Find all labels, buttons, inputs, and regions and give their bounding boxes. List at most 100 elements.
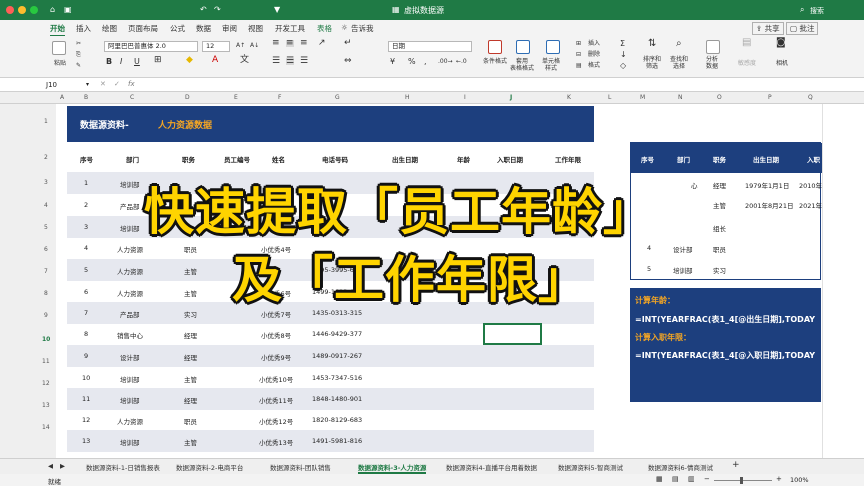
insert-cells-button[interactable]: 插入 <box>588 40 600 47</box>
table-row[interactable]: 13 培训部 主管 小优秀13号 1491-5981-816 <box>67 430 594 452</box>
conditional-format-button[interactable]: 条件格式 <box>483 58 507 65</box>
table-format-button[interactable]: 套用 表格格式 <box>510 58 534 72</box>
cell-seq[interactable]: 12 <box>82 416 90 424</box>
zoom-out-icon[interactable]: − <box>704 475 710 483</box>
tab-data[interactable]: 数据 <box>196 23 211 34</box>
cell-job[interactable]: 主管 <box>184 288 197 298</box>
fill-color-icon[interactable]: ◆ <box>186 56 193 65</box>
cell-dept[interactable]: 产品部 <box>120 309 140 319</box>
cell-phone[interactable]: 1848-1480-901 <box>312 395 362 403</box>
analyze-data-button[interactable]: 分析 数据 <box>706 56 718 70</box>
row-header[interactable]: 10 <box>42 336 50 343</box>
border-icon[interactable]: ⊞ <box>154 56 162 65</box>
sheet-nav-next-icon[interactable]: ▶ <box>60 462 65 470</box>
tab-review[interactable]: 审阅 <box>222 23 237 34</box>
cell-dept[interactable]: 人力资源 <box>117 288 143 298</box>
add-sheet-icon[interactable]: + <box>732 460 740 470</box>
cell-seq[interactable]: 9 <box>84 352 88 360</box>
ref-cell-seq[interactable]: 5 <box>647 265 651 273</box>
sheet-nav-prev-icon[interactable]: ◀ <box>48 462 53 470</box>
cell-seq[interactable]: 2 <box>84 201 88 209</box>
cell-job[interactable]: 主管 <box>184 266 197 276</box>
cell-dept[interactable]: 销售中心 <box>117 330 143 340</box>
column-header[interactable]: Q <box>808 94 813 101</box>
ref-cell-seq[interactable]: 4 <box>647 244 651 252</box>
ref-cell-hire[interactable]: 2010年 <box>799 180 822 190</box>
table-row[interactable]: 9 设计部 经理 小优秀9号 1489-0917-267 <box>67 345 594 367</box>
cell-phone[interactable]: 1491-5981-816 <box>312 437 362 445</box>
row-header[interactable]: 1 <box>44 118 48 125</box>
search-icon[interactable]: ⌕ <box>800 5 804 15</box>
cell-job[interactable]: 职员 <box>184 244 197 254</box>
cell-seq[interactable]: 3 <box>84 223 88 231</box>
sensitivity-button[interactable]: 敏感度 <box>738 60 756 67</box>
row-header[interactable]: 7 <box>44 268 48 275</box>
vertical-scroll-area[interactable] <box>822 104 864 458</box>
column-header[interactable]: F <box>278 94 281 101</box>
number-format-select[interactable]: 日期 <box>388 41 472 52</box>
close-window-icon[interactable] <box>6 6 14 14</box>
cell-job[interactable]: 经理 <box>184 352 197 362</box>
cell-phone[interactable]: 1453-7347-516 <box>312 374 362 382</box>
sort-filter-button[interactable]: 排序和 筛选 <box>643 56 661 70</box>
fx-label[interactable]: fx <box>128 80 135 88</box>
font-name-select[interactable]: 阿里巴巴普惠体 2.0 <box>104 41 198 52</box>
undo-icon[interactable]: ↶ <box>200 5 207 14</box>
tab-page-layout[interactable]: 页面布局 <box>128 23 158 34</box>
cell-job[interactable]: 经理 <box>184 330 197 340</box>
ref-cell-birth[interactable]: 2001年8月21日 <box>745 200 793 210</box>
cell-seq[interactable]: 13 <box>82 437 90 445</box>
cell-seq[interactable]: 11 <box>82 395 90 403</box>
orientation-icon[interactable]: ↗ <box>318 39 326 48</box>
grow-font-icon[interactable]: A↑ <box>236 42 245 49</box>
cell-seq[interactable]: 1 <box>84 179 88 187</box>
cell-seq[interactable]: 5 <box>84 266 88 274</box>
paste-button[interactable]: 粘贴 <box>54 60 66 67</box>
table-row[interactable]: 11 培训部 经理 小优秀11号 1848-1480-901 <box>67 388 594 410</box>
page-layout-view-icon[interactable]: ▤ <box>672 475 679 483</box>
cell-dept[interactable]: 人力资源 <box>117 416 143 426</box>
row-header[interactable]: 8 <box>44 290 48 297</box>
name-box[interactable]: J10 <box>46 81 57 89</box>
align-left-icon[interactable]: ☰ <box>272 57 280 66</box>
underline-button[interactable]: U <box>134 58 140 66</box>
cancel-icon[interactable]: ✕ <box>100 80 106 88</box>
ref-cell-hire[interactable]: 2021年 <box>799 200 822 210</box>
cell-dept[interactable]: 人力资源 <box>117 244 143 254</box>
cell-job[interactable]: 经理 <box>184 395 197 405</box>
row-header[interactable]: 6 <box>44 246 48 253</box>
autosum-icon[interactable]: Σ <box>620 40 625 48</box>
save-icon[interactable]: ▣ <box>64 5 72 14</box>
zoom-slider-thumb[interactable] <box>740 477 743 484</box>
cell-name[interactable]: 小优秀8号 <box>261 330 291 340</box>
tab-draw[interactable]: 绘图 <box>102 23 117 34</box>
home-icon[interactable]: ⌂ <box>50 5 55 14</box>
cell-seq[interactable]: 10 <box>82 374 90 382</box>
camera-button[interactable]: 相机 <box>776 60 788 67</box>
fill-icon[interactable]: ↓ <box>620 51 627 59</box>
column-header[interactable]: A <box>60 94 64 101</box>
tab-home[interactable]: 开始 <box>50 23 65 37</box>
cell-dept[interactable]: 培训部 <box>120 179 140 189</box>
row-header[interactable]: 3 <box>44 179 48 186</box>
column-header[interactable]: L <box>608 94 611 101</box>
comment-button[interactable]: ▢ 批注 <box>786 22 819 35</box>
cell-name[interactable]: 小优秀12号 <box>259 416 293 426</box>
tab-developer[interactable]: 开发工具 <box>275 23 305 34</box>
increase-decimal-icon[interactable]: .00→ <box>438 58 453 65</box>
cell-phone[interactable]: 1820-8129-683 <box>312 416 362 424</box>
wrap-text-icon[interactable]: ↵ <box>344 39 352 48</box>
minimize-window-icon[interactable] <box>18 6 26 14</box>
row-header[interactable]: 13 <box>42 402 50 409</box>
redo-icon[interactable]: ↷ <box>214 5 221 14</box>
ref-cell-job[interactable]: 经理 <box>713 180 726 190</box>
ref-cell-job[interactable]: 主管 <box>713 200 726 210</box>
cell-job[interactable]: 主管 <box>184 437 197 447</box>
align-middle-icon[interactable]: ≡ <box>286 39 294 48</box>
cell-job[interactable]: 职员 <box>184 416 197 426</box>
ref-cell-dept[interactable]: 设计部 <box>673 244 693 254</box>
share-button[interactable]: ⇪ 共享 <box>752 22 784 35</box>
cell-job[interactable]: 实习 <box>184 309 197 319</box>
font-size-select[interactable]: 12 <box>202 41 230 52</box>
column-header[interactable]: M <box>640 94 645 101</box>
